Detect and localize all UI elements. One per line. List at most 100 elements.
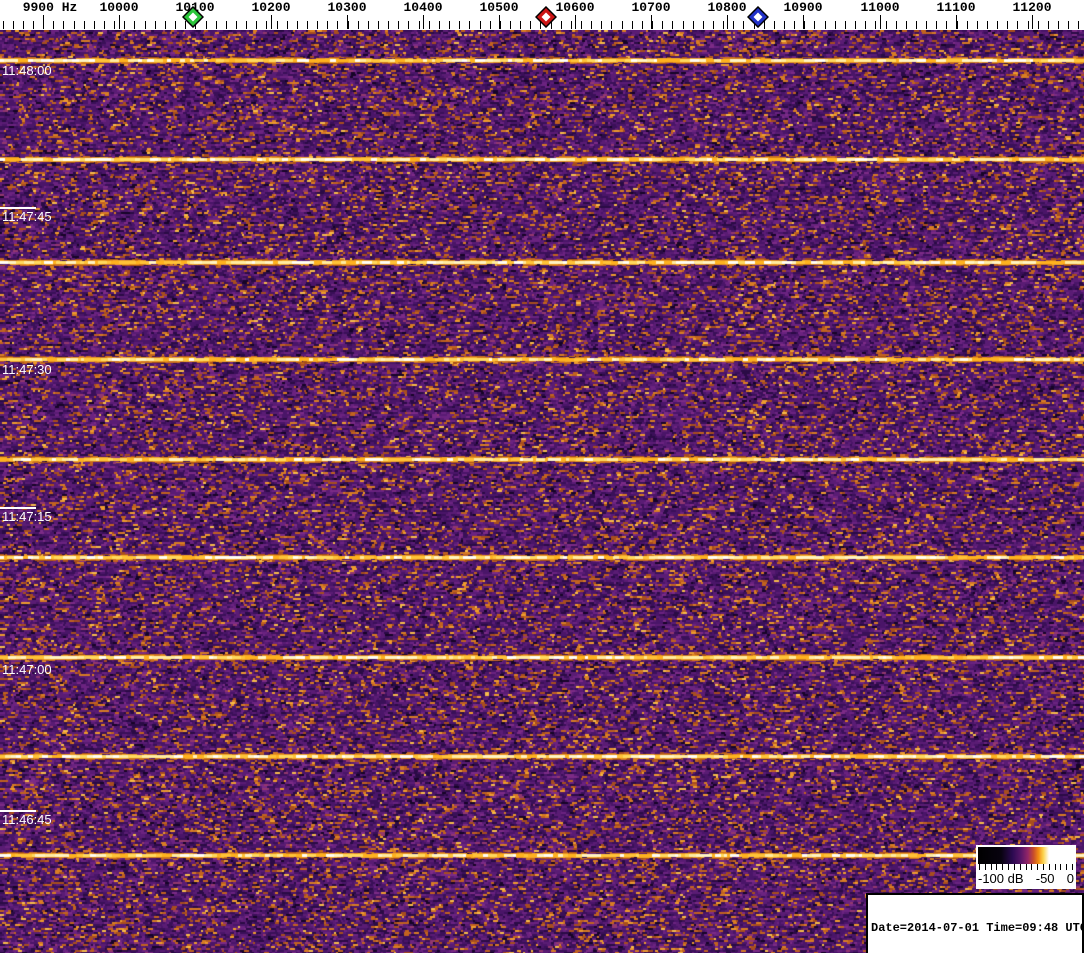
db-label-max: 0: [1066, 871, 1074, 886]
freq-axis-label-5: 10400: [403, 0, 443, 15]
time-tick: [0, 507, 36, 509]
freq-minor-tick: [1058, 21, 1059, 29]
freq-minor-tick: [13, 21, 14, 29]
freq-minor-tick: [723, 21, 724, 29]
freq-major-tick: [43, 15, 44, 29]
db-colorbar-gradient: [978, 847, 1074, 864]
freq-major-tick: [880, 15, 881, 29]
freq-minor-tick: [490, 21, 491, 29]
freq-minor-tick: [398, 21, 399, 29]
red-marker[interactable]: [534, 5, 558, 29]
freq-minor-tick: [216, 21, 217, 29]
freq-minor-tick: [683, 21, 684, 29]
freq-minor-tick: [317, 21, 318, 29]
freq-major-tick: [347, 15, 348, 29]
freq-major-tick: [271, 15, 272, 29]
freq-minor-tick: [896, 21, 897, 29]
db-scale-tick: [1002, 864, 1004, 870]
freq-minor-tick: [784, 21, 785, 29]
db-scale-tick: [979, 864, 980, 870]
db-colorbar-panel: -100 dB -50 0: [976, 845, 1076, 889]
freq-minor-tick: [165, 21, 166, 29]
time-label-3: 11:47:15: [2, 509, 52, 524]
freq-minor-tick: [429, 21, 430, 29]
freq-minor-tick: [510, 21, 511, 29]
freq-minor-tick: [906, 21, 907, 29]
freq-minor-tick: [865, 21, 866, 29]
waterfall-canvas[interactable]: [0, 30, 1084, 953]
blue-marker[interactable]: [746, 5, 770, 29]
freq-minor-tick: [886, 21, 887, 29]
freq-minor-tick: [297, 21, 298, 29]
observation-info-box: Date=2014-07-01 Time=09:48 UTC Freq=143 …: [866, 893, 1084, 953]
db-scale-tick: [1060, 864, 1062, 870]
freq-minor-tick: [652, 21, 653, 29]
freq-minor-tick: [1017, 21, 1018, 29]
time-label-1: 11:47:45: [2, 209, 52, 224]
freq-minor-tick: [835, 21, 836, 29]
time-label-2: 11:47:30: [2, 362, 52, 377]
freq-minor-tick: [236, 21, 237, 29]
freq-minor-tick: [591, 21, 592, 29]
info-date-time: Date=2014-07-01 Time=09:48 UTC: [871, 921, 1084, 935]
time-label-5: 11:46:45: [2, 812, 52, 827]
frequency-ruler[interactable]: 9900 Hz 10000 10100 10200 10300 10400 10500 106…: [0, 0, 1084, 30]
freq-minor-tick: [601, 21, 602, 29]
freq-axis-label-7: 10600: [555, 0, 595, 15]
freq-major-tick: [575, 15, 576, 29]
meteor-echo-spectrogram-window: 9900 Hz 10000 10100 10200 10300 10400 10500 106…: [0, 0, 1084, 953]
freq-minor-tick: [571, 21, 572, 29]
freq-minor-tick: [378, 21, 379, 29]
freq-minor-tick: [672, 21, 673, 29]
freq-minor-tick: [926, 21, 927, 29]
freq-minor-tick: [348, 21, 349, 29]
freq-minor-tick: [693, 21, 694, 29]
freq-minor-tick: [23, 21, 24, 29]
freq-minor-tick: [480, 21, 481, 29]
freq-axis-label-1: 10000: [99, 0, 139, 15]
db-colorbar-labels: -100 dB -50 0: [976, 871, 1076, 886]
freq-minor-tick: [520, 21, 521, 29]
freq-minor-tick: [439, 21, 440, 29]
freq-axis-label-0: 9900 Hz: [22, 0, 78, 15]
db-label-min: -100 dB: [978, 871, 1024, 886]
freq-major-tick: [651, 15, 652, 29]
freq-minor-tick: [916, 21, 917, 29]
freq-minor-tick: [875, 21, 876, 29]
freq-minor-tick: [1028, 21, 1029, 29]
freq-minor-tick: [997, 21, 998, 29]
db-scale-tick: [1037, 864, 1039, 870]
freq-minor-tick: [733, 21, 734, 29]
freq-minor-tick: [703, 21, 704, 29]
freq-minor-tick: [1038, 21, 1039, 29]
freq-major-tick: [499, 15, 500, 29]
freq-minor-tick: [226, 21, 227, 29]
freq-minor-tick: [632, 21, 633, 29]
time-label-0: 11:48:00: [2, 63, 52, 78]
freq-minor-tick: [459, 21, 460, 29]
db-label-mid: -50: [1035, 871, 1055, 886]
freq-minor-tick: [277, 21, 278, 29]
freq-minor-tick: [1007, 21, 1008, 29]
freq-axis-label-9: 10800: [707, 0, 747, 15]
freq-minor-tick: [855, 21, 856, 29]
freq-minor-tick: [774, 21, 775, 29]
freq-minor-tick: [987, 21, 988, 29]
freq-minor-tick: [337, 21, 338, 29]
freq-minor-tick: [530, 21, 531, 29]
freq-minor-tick: [307, 21, 308, 29]
freq-minor-tick: [358, 21, 359, 29]
freq-minor-tick: [804, 21, 805, 29]
freq-minor-tick: [145, 21, 146, 29]
db-scale-tick: [1008, 864, 1010, 870]
freq-minor-tick: [246, 21, 247, 29]
freq-minor-tick: [175, 21, 176, 29]
time-label-4: 11:47:00: [2, 662, 52, 677]
green-marker[interactable]: [181, 5, 205, 29]
freq-minor-tick: [561, 21, 562, 29]
freq-axis-label-11: 11000: [860, 0, 900, 15]
freq-minor-tick: [124, 21, 125, 29]
freq-minor-tick: [408, 21, 409, 29]
db-scale-tick: [990, 864, 992, 870]
db-scale-tick: [1072, 864, 1073, 870]
